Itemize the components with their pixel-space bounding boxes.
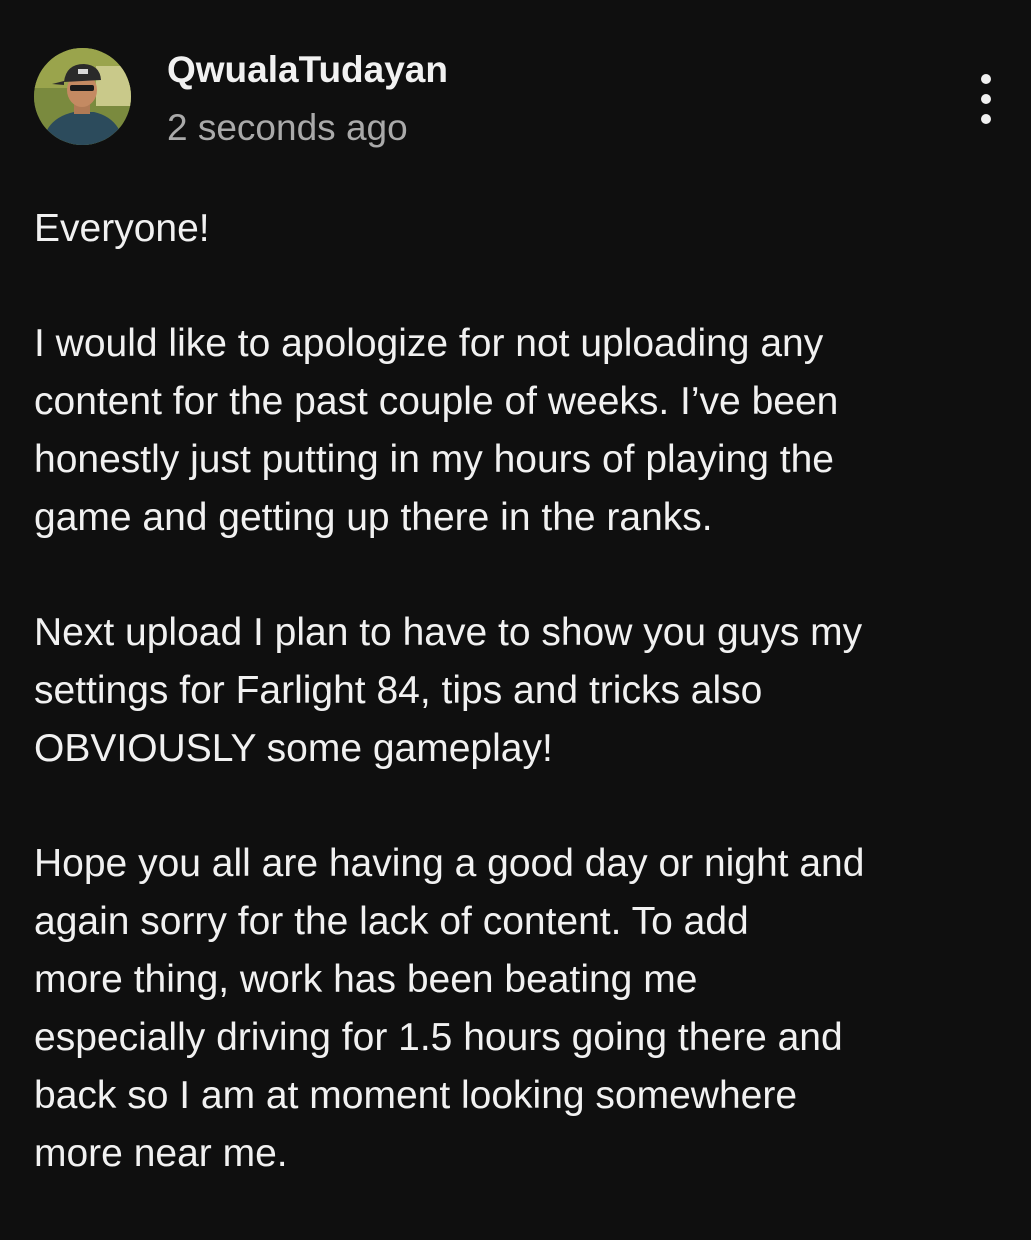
post-header: QwualaTudayan 2 seconds ago <box>34 48 1004 158</box>
avatar-photo-icon <box>34 48 131 145</box>
more-vert-icon-dot <box>981 114 991 124</box>
author-avatar[interactable] <box>34 48 131 145</box>
more-options-button[interactable] <box>968 74 1004 124</box>
post-paragraph: I would like to apologize for not upload… <box>34 322 839 539</box>
community-post: QwualaTudayan 2 seconds ago Everyone! I … <box>0 0 1031 1200</box>
post-body: Everyone! I would like to apologize for … <box>34 200 994 1240</box>
more-vert-icon-dot <box>981 94 991 104</box>
post-paragraph: Next upload I plan to have to show you g… <box>34 611 863 770</box>
post-paragraph: Hope you all are having a good day or ni… <box>34 842 865 1175</box>
post-paragraph: Everyone! <box>34 207 210 250</box>
post-timestamp: 2 seconds ago <box>167 107 408 148</box>
author-name[interactable]: QwualaTudayan <box>167 48 448 92</box>
more-vert-icon <box>981 74 991 84</box>
